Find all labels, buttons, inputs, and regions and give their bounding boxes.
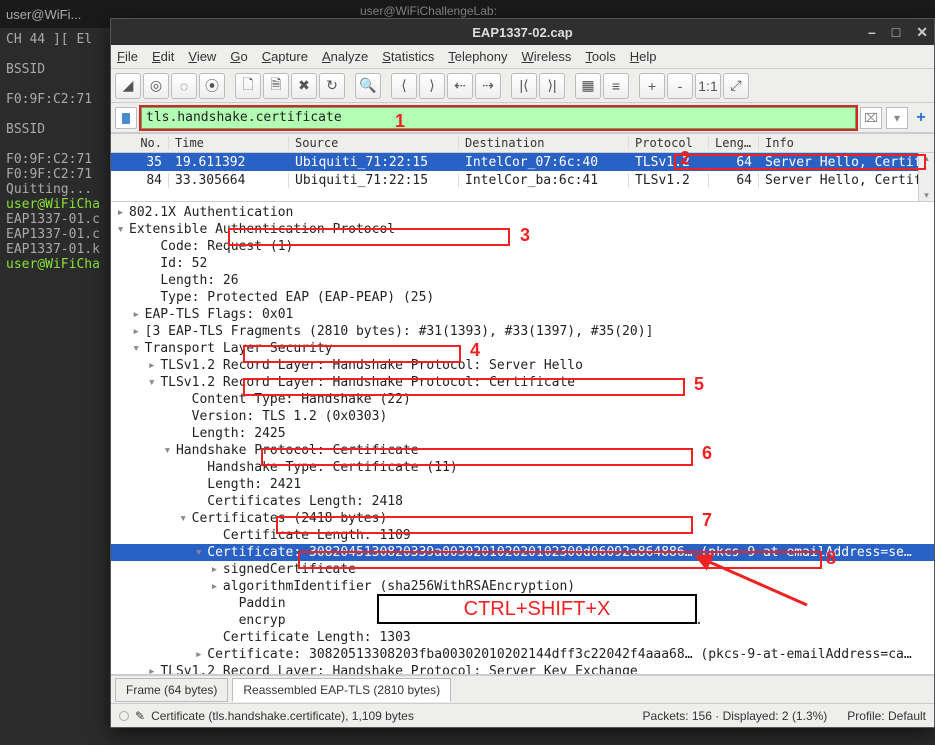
expert-info-icon[interactable] [119, 711, 129, 721]
status-profile[interactable]: Profile: Default [847, 709, 926, 723]
tree-node[interactable]: ▸algorithmIdentifier (sha256WithRSAEncry… [111, 578, 934, 595]
status-field: Certificate (tls.handshake.certificate),… [151, 709, 414, 723]
background-window-title: user@WiFiChallengeLab: [360, 4, 497, 18]
terminal-tab[interactable]: user@WiFi... [6, 7, 81, 22]
status-packets: Packets: 156 · Displayed: 2 (1.3%) [643, 709, 828, 723]
titlebar[interactable]: EAP1337-02.cap – □ ✕ [111, 19, 934, 45]
toolbar-button-10[interactable]: ⟩ [419, 73, 445, 99]
window-title: EAP1337-02.cap [472, 25, 572, 40]
menu-tools[interactable]: Tools [585, 49, 615, 64]
col-protocol[interactable]: Protocol [629, 136, 709, 150]
annotation-shortcut-box: CTRL+SHIFT+X [377, 594, 697, 624]
toolbar-button-17[interactable]: + [639, 73, 665, 99]
menu-analyze[interactable]: Analyze [322, 49, 368, 64]
annotation-3: 3 [520, 225, 530, 246]
annotation-2: 2 [680, 148, 690, 169]
annotation-box-5 [243, 378, 685, 396]
annotation-box-7 [276, 516, 693, 534]
tree-node[interactable]: Length: 2421 [111, 476, 934, 493]
toolbar-button-6[interactable]: ✖ [291, 73, 317, 99]
window-maximize-icon[interactable]: □ [892, 24, 900, 40]
filter-clear-icon[interactable]: ⌧ [860, 107, 882, 129]
toolbar-button-18[interactable]: - [667, 73, 693, 99]
col-destination[interactable]: Destination [459, 136, 629, 150]
toolbar-button-5[interactable]: 🗎 [263, 73, 289, 99]
annotation-4: 4 [470, 340, 480, 361]
bytes-tabs: Frame (64 bytes) Reassembled EAP-TLS (28… [111, 675, 934, 703]
display-filter-input[interactable] [141, 107, 856, 129]
toolbar-button-19[interactable]: 1:1 [695, 73, 721, 99]
packet-list-header[interactable]: No. Time Source Destination Protocol Len… [111, 133, 934, 153]
main-toolbar: ◢◎◌⦿ 🗋🗎✖↻ 🔍 ⟨⟩⇠⇢ |⟨⟩| ▦≡ +-1:1⤢ [111, 69, 934, 103]
col-no[interactable]: No. [111, 136, 169, 150]
toolbar-button-13[interactable]: |⟨ [511, 73, 537, 99]
annotation-box-6 [261, 448, 693, 466]
tree-node[interactable]: ▸EAP-TLS Flags: 0x01 [111, 306, 934, 323]
toolbar-button-8[interactable]: 🔍 [355, 73, 381, 99]
annotation-box-3 [228, 228, 510, 246]
tree-node[interactable]: Type: Protected EAP (EAP-PEAP) (25) [111, 289, 934, 306]
toolbar-button-14[interactable]: ⟩| [539, 73, 565, 99]
menu-help[interactable]: Help [630, 49, 657, 64]
tree-node[interactable]: ▸[3 EAP-TLS Fragments (2810 bytes): #31(… [111, 323, 934, 340]
annotation-box-8 [298, 551, 822, 569]
toolbar-button-16[interactable]: ≡ [603, 73, 629, 99]
tree-node[interactable]: Length: 26 [111, 272, 934, 289]
tree-node[interactable]: Certificates Length: 2418 [111, 493, 934, 510]
tree-node[interactable]: Certificate Length: 1303 [111, 629, 934, 646]
tree-node[interactable]: ▾Transport Layer Security [111, 340, 934, 357]
toolbar-button-1[interactable]: ◎ [143, 73, 169, 99]
tree-node[interactable]: Version: TLS 1.2 (0x0303) [111, 408, 934, 425]
toolbar-button-9[interactable]: ⟨ [391, 73, 417, 99]
annotation-1: 1 [395, 111, 405, 132]
annotation-box-4 [243, 345, 461, 363]
filter-bookmark-icon[interactable] [115, 107, 137, 129]
col-length[interactable]: Length [709, 136, 759, 150]
col-time[interactable]: Time [169, 136, 289, 150]
filter-dropdown-icon[interactable]: ▾ [886, 107, 908, 129]
toolbar-button-4[interactable]: 🗋 [235, 73, 261, 99]
filter-add-icon[interactable]: + [912, 107, 930, 129]
display-filter-bar: ⌧ ▾ + [111, 103, 934, 133]
window-close-icon[interactable]: ✕ [916, 24, 928, 41]
tab-reassembled[interactable]: Reassembled EAP-TLS (2810 bytes) [232, 678, 451, 702]
menu-wireless[interactable]: Wireless [522, 49, 572, 64]
menu-bar: File Edit View Go Capture Analyze Statistics Te… [111, 45, 934, 69]
menu-go[interactable]: Go [230, 49, 247, 64]
col-info[interactable]: Info [759, 136, 934, 150]
status-bar: ✎ Certificate (tls.handshake.certificate… [111, 703, 934, 727]
tab-frame[interactable]: Frame (64 bytes) [115, 678, 228, 702]
menu-file[interactable]: File [117, 49, 138, 64]
toolbar-button-3[interactable]: ⦿ [199, 73, 225, 99]
menu-telephony[interactable]: Telephony [448, 49, 507, 64]
packet-row[interactable]: 8433.305664Ubiquiti_71:22:15IntelCor_ba:… [111, 171, 934, 189]
menu-edit[interactable]: Edit [152, 49, 174, 64]
toolbar-button-20[interactable]: ⤢ [723, 73, 749, 99]
tree-node[interactable]: Id: 52 [111, 255, 934, 272]
annotation-5: 5 [694, 374, 704, 395]
annotation-6: 6 [702, 443, 712, 464]
toolbar-button-11[interactable]: ⇠ [447, 73, 473, 99]
tree-node[interactable]: ▸TLSv1.2 Record Layer: Handshake Protoco… [111, 357, 934, 374]
toolbar-button-7[interactable]: ↻ [319, 73, 345, 99]
toolbar-button-0[interactable]: ◢ [115, 73, 141, 99]
annotation-7: 7 [702, 510, 712, 531]
menu-capture[interactable]: Capture [262, 49, 308, 64]
annotation-8: 8 [826, 548, 836, 569]
tree-node[interactable]: ▸Certificate: 30820513308203fba003020102… [111, 646, 934, 663]
toolbar-button-2[interactable]: ◌ [171, 73, 197, 99]
annotation-box-2 [674, 154, 926, 170]
window-minimize-icon[interactable]: – [868, 24, 876, 40]
menu-view[interactable]: View [188, 49, 216, 64]
edit-icon[interactable]: ✎ [135, 709, 145, 723]
tree-node[interactable]: Length: 2425 [111, 425, 934, 442]
tree-node[interactable]: ▸TLSv1.2 Record Layer: Handshake Protoco… [111, 663, 934, 675]
menu-statistics[interactable]: Statistics [382, 49, 434, 64]
toolbar-button-15[interactable]: ▦ [575, 73, 601, 99]
col-source[interactable]: Source [289, 136, 459, 150]
toolbar-button-12[interactable]: ⇢ [475, 73, 501, 99]
tree-node[interactable]: ▸802.1X Authentication [111, 204, 934, 221]
